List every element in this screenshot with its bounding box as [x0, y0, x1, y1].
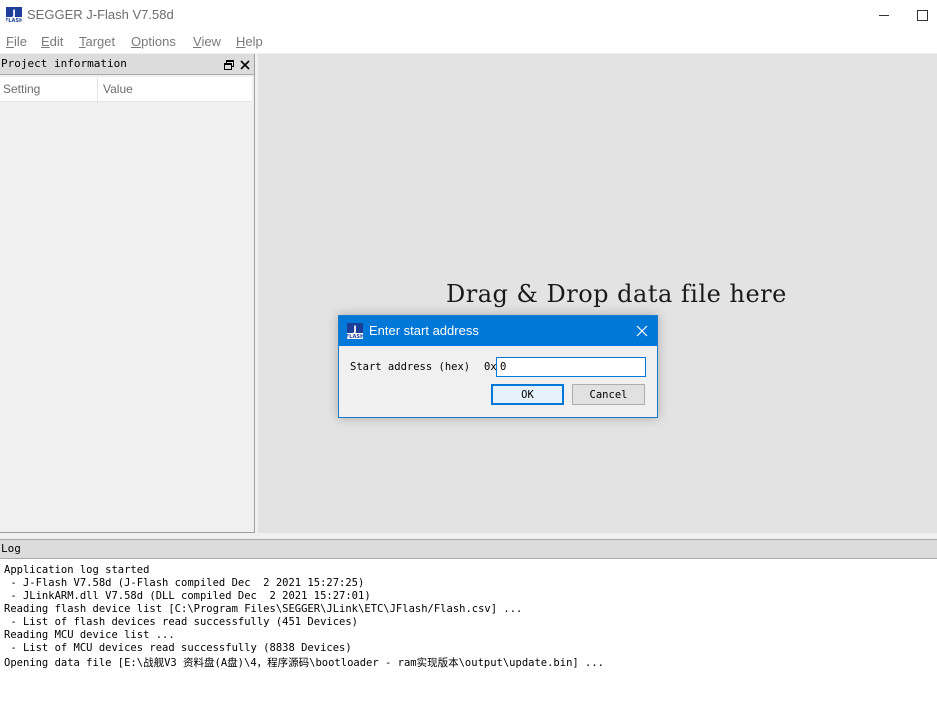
project-list-header: Setting Value	[0, 77, 252, 102]
start-address-dialog: J FLASH Enter start address Start addres…	[338, 315, 658, 418]
log-line: - J-Flash V7.58d (J-Flash compiled Dec 2…	[4, 577, 365, 589]
start-address-input[interactable]	[496, 357, 646, 377]
log-panel-title: Log	[1, 542, 21, 555]
svg-text:FLASH: FLASH	[6, 18, 22, 23]
project-information-panel: Project information Setting Value	[0, 54, 255, 533]
minimize-button[interactable]	[861, 0, 907, 31]
menu-options[interactable]: Options	[131, 34, 176, 49]
log-area: Application log started - J-Flash V7.58d…	[0, 559, 937, 709]
close-panel-icon[interactable]	[238, 57, 252, 71]
restore-panel-icon[interactable]	[222, 57, 236, 71]
dialog-title-bar: J FLASH Enter start address	[339, 316, 657, 346]
j-flash-icon: J FLASH	[346, 323, 364, 340]
close-icon[interactable]	[633, 322, 651, 340]
log-line: Reading flash device list [C:\Program Fi…	[4, 603, 523, 615]
maximize-button[interactable]	[907, 0, 937, 31]
column-header-setting[interactable]: Setting	[0, 77, 98, 101]
log-panel-header: Log	[0, 539, 937, 559]
log-line: Reading MCU device list ...	[4, 629, 175, 641]
drop-hint: Drag & Drop data file here	[446, 280, 787, 308]
ok-button[interactable]: OK	[491, 384, 564, 405]
svg-text:FLASH: FLASH	[347, 334, 363, 339]
window-title: SEGGER J-Flash V7.58d	[27, 7, 174, 22]
log-line: Opening data file [E:\战舰V3 资料盘(A盘)\4，程序源…	[4, 657, 605, 669]
minimize-icon	[878, 6, 890, 25]
menu-file[interactable]: File	[6, 34, 27, 49]
log-line: - JLinkARM.dll V7.58d (DLL compiled Dec …	[4, 590, 371, 602]
maximize-icon	[916, 6, 928, 25]
menu-view[interactable]: View	[193, 34, 221, 49]
j-flash-icon: J FLASH	[5, 7, 23, 24]
start-address-label: Start address (hex)	[350, 361, 471, 373]
column-header-value[interactable]: Value	[99, 77, 252, 101]
cancel-button[interactable]: Cancel	[572, 384, 645, 405]
menu-bar: File Edit Target Options View Help	[0, 31, 937, 53]
project-panel-header: Project information	[0, 54, 254, 75]
log-line: - List of flash devices read successfull…	[4, 616, 359, 628]
menu-edit[interactable]: Edit	[41, 34, 63, 49]
hex-prefix: 0x	[484, 361, 497, 373]
title-bar: J FLASH SEGGER J-Flash V7.58d	[0, 0, 937, 31]
project-panel-title: Project information	[1, 57, 127, 70]
log-line: Application log started	[4, 564, 150, 576]
dialog-title: Enter start address	[369, 323, 479, 338]
menu-help[interactable]: Help	[236, 34, 263, 49]
menu-target[interactable]: Target	[79, 34, 115, 49]
log-line: - List of MCU devices read successfully …	[4, 642, 352, 654]
